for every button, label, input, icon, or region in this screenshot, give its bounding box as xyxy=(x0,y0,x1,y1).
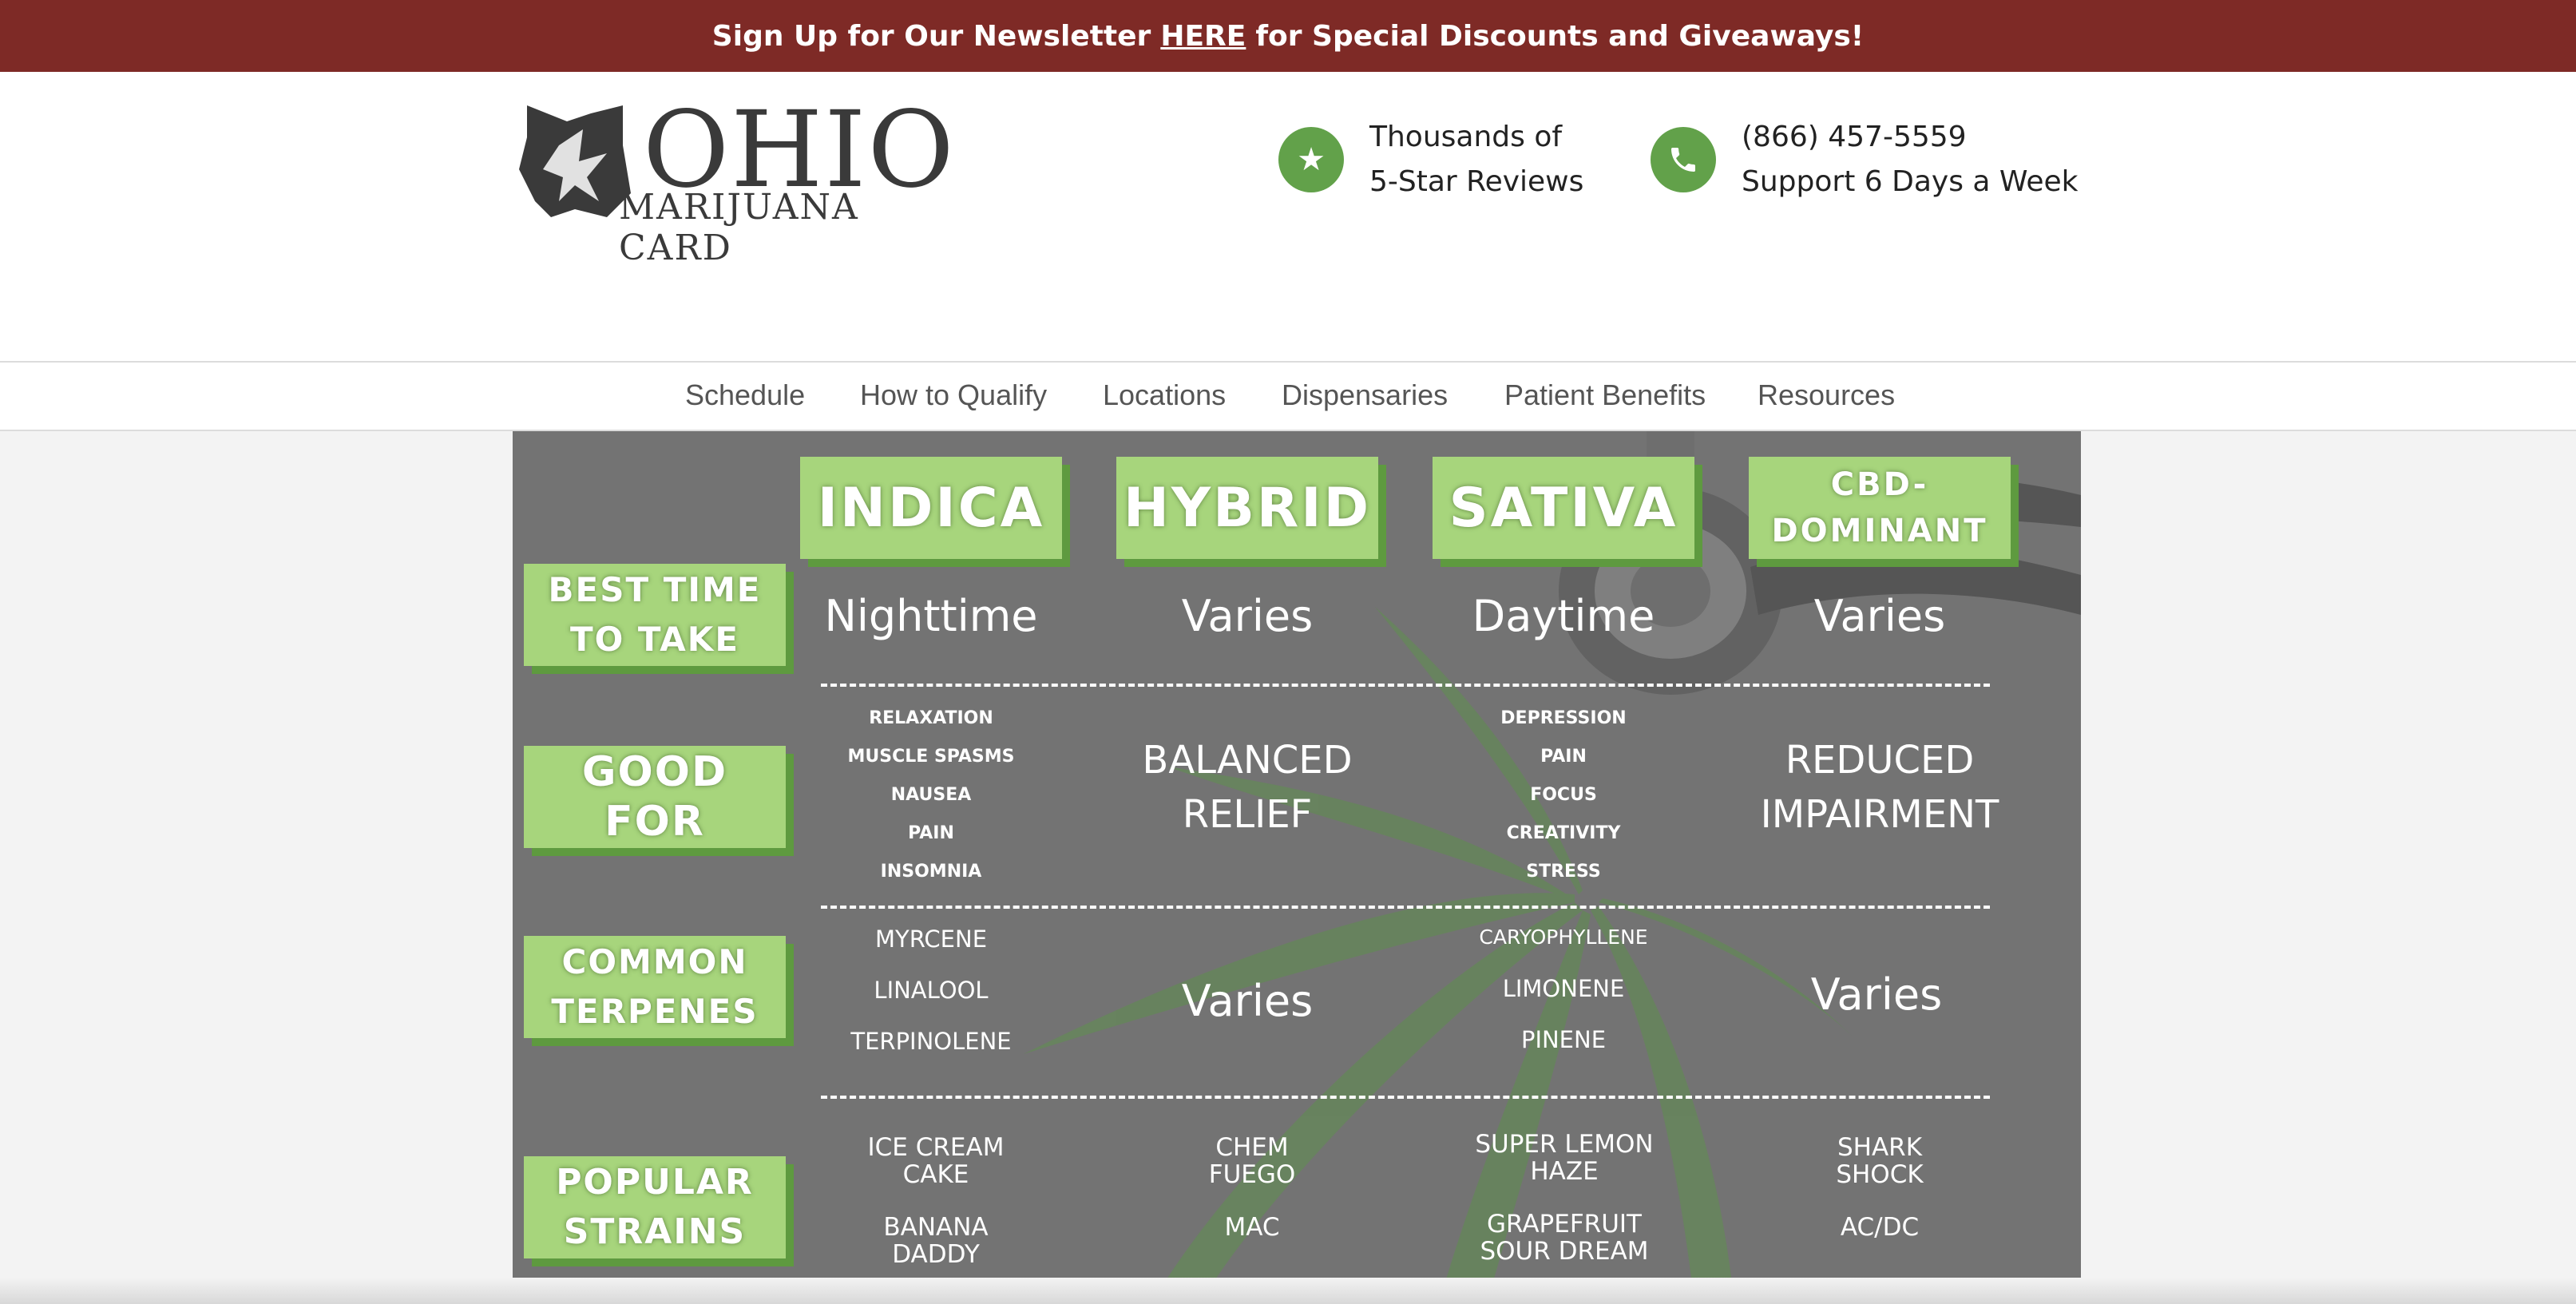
phone-contact[interactable]: (866) 457-5559 Support 6 Days a Week xyxy=(1651,115,2079,204)
logo-small-text: MARIJUANA CARD xyxy=(619,187,859,268)
row-header-best-time: BEST TIME TO TAKE xyxy=(524,564,786,666)
good-for-indica-list: RELAXATION MUSCLE SPASMS NAUSEA PAIN INS… xyxy=(800,700,1062,891)
newsletter-banner: Sign Up for Our Newsletter HERE for Spec… xyxy=(0,0,2576,72)
good-for-sativa-list: DEPRESSION PAIN FOCUS CREATIVITY STRESS xyxy=(1433,700,1694,891)
reviews-line-1: Thousands of xyxy=(1369,121,1563,153)
nav-locations[interactable]: Locations xyxy=(1103,379,1226,412)
nav-schedule[interactable]: Schedule xyxy=(685,379,805,412)
site-logo[interactable]: OHIO MARIJUANA CARD xyxy=(511,97,958,268)
row-divider xyxy=(821,906,1990,909)
site-header: OHIO MARIJUANA CARD ★ Thousands of 5-Sta… xyxy=(0,72,2576,361)
list-item: MYRCENE xyxy=(874,925,988,953)
strain-sativa-1: SUPER LEMON HAZE xyxy=(1475,1130,1654,1186)
list-item: LINALOOL xyxy=(874,977,989,1004)
list-item: PINENE xyxy=(1520,1026,1607,1053)
nav-resources[interactable]: Resources xyxy=(1758,379,1895,412)
bottom-shadow xyxy=(0,1278,2576,1304)
star-icon: ★ xyxy=(1278,127,1344,192)
row-header-common-terpenes: COMMON TERPENES xyxy=(524,936,786,1038)
newsletter-link[interactable]: HERE xyxy=(1160,20,1246,53)
terpenes-hybrid: Varies xyxy=(1181,976,1314,1026)
list-item: FOCUS xyxy=(1530,785,1597,805)
best-time-sativa: Daytime xyxy=(1472,591,1655,641)
column-header-hybrid: HYBRID xyxy=(1116,457,1378,559)
row-divider xyxy=(821,1096,1990,1099)
terpenes-cbd: Varies xyxy=(1810,969,1943,1020)
column-header-cbd-dominant: CBD- DOMINANT xyxy=(1749,457,2011,559)
strain-sativa-2: GRAPEFRUIT SOUR DREAM xyxy=(1480,1210,1649,1266)
row-divider xyxy=(821,684,1990,687)
banner-text-after: for Special Discounts and Giveaways! xyxy=(1255,19,1865,53)
best-time-cbd: Varies xyxy=(1813,591,1946,641)
list-item: STRESS xyxy=(1526,862,1601,882)
list-item: TERPINOLENE xyxy=(850,1028,1012,1055)
phone-icon xyxy=(1651,127,1716,192)
reviews-line-2: 5-Star Reviews xyxy=(1369,165,1584,198)
list-item: CREATIVITY xyxy=(1506,823,1621,843)
strain-indica-1: ICE CREAM CAKE xyxy=(867,1133,1005,1189)
list-item: RELAXATION xyxy=(869,708,993,728)
nav-dispensaries[interactable]: Dispensaries xyxy=(1282,379,1448,412)
column-header-sativa: SATIVA xyxy=(1433,457,1694,559)
row-header-good-for: GOOD FOR xyxy=(524,746,786,848)
strain-hybrid-2: MAC xyxy=(1224,1213,1280,1242)
list-item: INSOMNIA xyxy=(880,862,982,882)
list-item: PAIN xyxy=(908,823,954,843)
list-item: MUSCLE SPASMS xyxy=(847,747,1015,767)
strain-indica-2: BANANA DADDY xyxy=(883,1213,989,1269)
column-header-indica: INDICA xyxy=(800,457,1062,559)
banner-text-before: Sign Up for Our Newsletter xyxy=(711,19,1151,53)
list-item: NAUSEA xyxy=(890,785,972,805)
best-time-indica: Nighttime xyxy=(824,591,1038,641)
row-header-popular-strains: POPULAR STRAINS xyxy=(524,1156,786,1258)
reviews-badge: ★ Thousands of 5-Star Reviews xyxy=(1278,115,1583,204)
list-item: LIMONENE xyxy=(1502,975,1625,1002)
support-hours: Support 6 Days a Week xyxy=(1742,165,2079,198)
terpenes-sativa-list: CARYOPHYLLENE LIMONENE PINENE xyxy=(1433,912,1694,1065)
list-item: DEPRESSION xyxy=(1500,708,1627,728)
good-for-cbd: REDUCED IMPAIRMENT xyxy=(1760,738,1999,837)
good-for-hybrid: BALANCED RELIEF xyxy=(1142,738,1353,837)
strain-hybrid-1: CHEM FUEGO xyxy=(1208,1133,1296,1189)
best-time-hybrid: Varies xyxy=(1181,591,1314,641)
list-item: PAIN xyxy=(1540,747,1587,767)
strain-cbd-1: SHARK SHOCK xyxy=(1836,1133,1924,1189)
main-nav: Schedule How to Qualify Locations Dispen… xyxy=(0,361,2576,431)
list-item: CARYOPHYLLENE xyxy=(1479,925,1648,949)
nav-how-to-qualify[interactable]: How to Qualify xyxy=(860,379,1047,412)
strain-cbd-2: AC/DC xyxy=(1840,1213,1920,1242)
strain-comparison-chart: INDICA HYBRID SATIVA CBD- DOMINANT BEST … xyxy=(513,431,2081,1304)
phone-number[interactable]: (866) 457-5559 xyxy=(1742,115,2079,160)
nav-patient-benefits[interactable]: Patient Benefits xyxy=(1504,379,1706,412)
terpenes-indica-list: MYRCENE LINALOOL TERPINOLENE xyxy=(800,914,1062,1067)
